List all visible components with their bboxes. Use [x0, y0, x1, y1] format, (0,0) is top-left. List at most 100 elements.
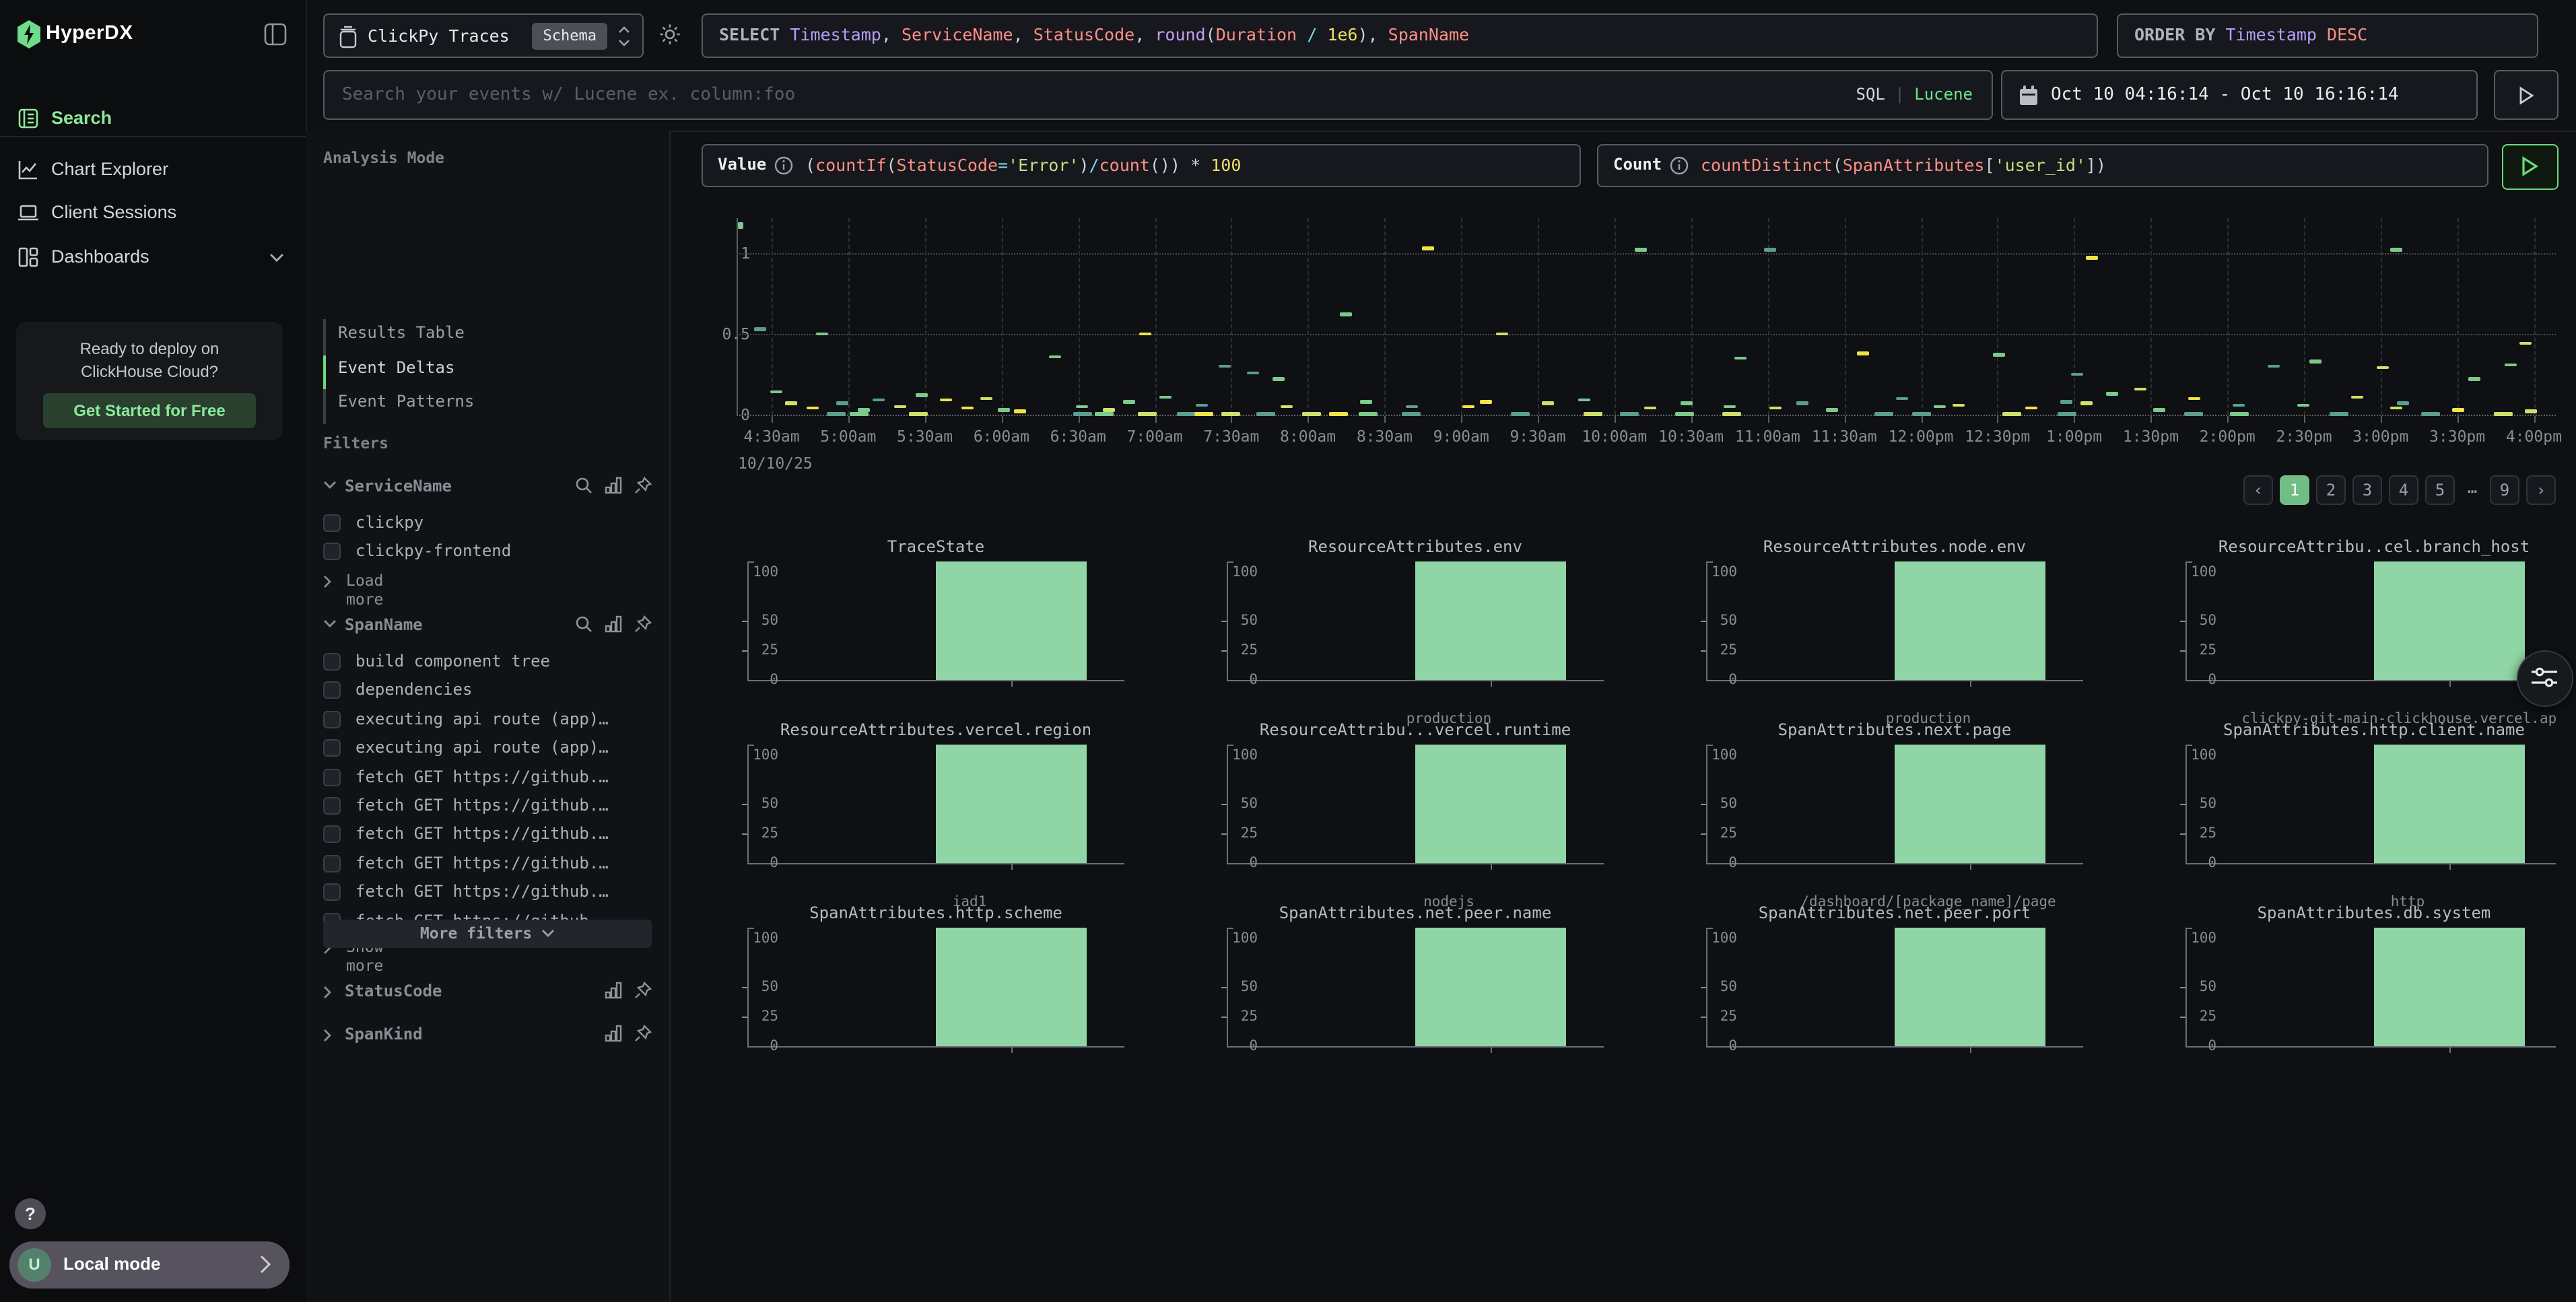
data-point — [916, 394, 928, 397]
schema-badge[interactable]: Schema — [533, 23, 608, 50]
vertical-gridline — [1998, 218, 1999, 415]
order-by-input[interactable]: ORDER BY Timestamp DESC — [2117, 13, 2538, 58]
histogram-icon[interactable] — [605, 615, 622, 633]
checkbox[interactable] — [323, 739, 341, 757]
y-tick-label: 50 — [1703, 613, 1737, 629]
pin-icon[interactable] — [634, 982, 652, 999]
pagination-page-4[interactable]: 4 — [2389, 475, 2418, 505]
attribute-chart[interactable]: ResourceAttributes.env10050250production — [1193, 537, 1637, 712]
attribute-chart[interactable]: TraceState10050250 — [714, 537, 1158, 712]
pagination-page-3[interactable]: 3 — [2352, 475, 2382, 505]
attribute-chart[interactable]: SpanAttributes.db.system10050250clickhou… — [2152, 903, 2556, 1061]
attribute-chart[interactable]: ResourceAttributes.vercel.region10050250… — [714, 720, 1158, 895]
filter-value-row[interactable]: fetch GET https://github.… — [323, 879, 652, 908]
histogram-icon[interactable] — [605, 982, 622, 999]
select-clause-input[interactable]: SELECT Timestamp, ServiceName, StatusCod… — [702, 13, 2098, 58]
checkbox[interactable] — [323, 514, 341, 532]
run-query-button[interactable] — [2502, 144, 2558, 190]
facet-spanname[interactable]: SpanName — [323, 614, 652, 638]
pagination-page-2[interactable]: 2 — [2316, 475, 2346, 505]
attribute-chart[interactable]: SpanAttributes.net.peer.name10050250z5nr… — [1193, 903, 1637, 1061]
sidebar-item-dashboards[interactable]: Dashboards — [0, 238, 306, 276]
attribute-chart[interactable]: SpanAttributes.http.scheme10050250https — [714, 903, 1158, 1061]
filter-value-row[interactable]: fetch GET https://github.… — [323, 850, 652, 879]
histogram-icon[interactable] — [605, 477, 622, 494]
filter-value-row[interactable]: fetch GET https://github.… — [323, 764, 652, 793]
filter-value-row[interactable]: executing api route (app)… — [323, 735, 652, 764]
help-button[interactable]: ? — [15, 1198, 46, 1229]
chart-plot: 10050250iad1 — [747, 745, 1124, 863]
filter-value-row[interactable]: fetch GET https://github.… — [323, 822, 652, 851]
search-icon[interactable] — [575, 477, 592, 494]
bar — [2374, 745, 2525, 863]
checkbox[interactable] — [323, 883, 341, 901]
pagination-next-button[interactable]: › — [2526, 475, 2556, 505]
more-filters-button[interactable]: More filters — [323, 920, 652, 948]
checkbox[interactable] — [323, 797, 341, 815]
filter-value-row[interactable]: dependencies — [323, 678, 652, 707]
pagination-page-9[interactable]: 9 — [2490, 475, 2519, 505]
sql-mode-button[interactable]: SQL — [1856, 85, 1885, 104]
pin-icon[interactable] — [634, 615, 652, 633]
checkbox[interactable] — [323, 768, 341, 786]
y-tick-label: 0 — [1224, 672, 1258, 688]
x-axis-tick — [2074, 416, 2076, 423]
attribute-chart[interactable]: ResourceAttribu..cel.branch_host10050250… — [2152, 537, 2556, 712]
mode-event-patterns[interactable]: Event Patterns — [338, 392, 474, 419]
lucene-mode-button[interactable]: Lucene — [1914, 85, 1973, 104]
facet-statuscode[interactable]: StatusCode — [323, 980, 652, 1004]
sidebar-item-chart-explorer[interactable]: Chart Explorer — [0, 151, 306, 189]
vertical-gridline — [2381, 218, 2382, 415]
x-axis-tick-label: 3:30pm — [2429, 427, 2485, 446]
filter-value-row[interactable]: clickpy — [323, 510, 652, 539]
sidebar-item-search[interactable]: Search — [0, 100, 306, 137]
bar — [2374, 928, 2525, 1046]
search-input[interactable]: Search your events w/ Lucene ex. column:… — [323, 70, 1993, 120]
attribute-chart[interactable]: ResourceAttributes.node.env10050250produ… — [1672, 537, 2117, 712]
filter-value-row[interactable]: clickpy-frontend — [323, 539, 652, 568]
y-tick-label: 0 — [2183, 672, 2216, 688]
facet-servicename[interactable]: ServiceName — [323, 475, 652, 500]
checkbox[interactable] — [323, 826, 341, 844]
filter-value-row[interactable]: executing api route (app)… — [323, 707, 652, 736]
pin-icon[interactable] — [634, 1025, 652, 1042]
data-point — [1095, 412, 1114, 415]
checkbox[interactable] — [323, 543, 341, 561]
chart-plot: 10050250z5nrz9qgc4.us-central1.gcp.click… — [1227, 928, 1604, 1046]
mode-results-table[interactable]: Results Table — [338, 323, 465, 350]
pagination-page-5[interactable]: 5 — [2425, 475, 2455, 505]
checkbox[interactable] — [323, 711, 341, 728]
pagination-page-1[interactable]: 1 — [2280, 475, 2309, 505]
pin-icon[interactable] — [634, 477, 652, 494]
get-started-button[interactable]: Get Started for Free — [43, 393, 256, 428]
sidebar-item-client-sessions[interactable]: Client Sessions — [0, 194, 306, 232]
mode-event-deltas[interactable]: Event Deltas — [338, 358, 454, 385]
search-nav-icon — [18, 108, 39, 129]
filter-value-row[interactable]: fetch GET https://github.… — [323, 793, 652, 822]
live-tail-button[interactable] — [2494, 70, 2558, 120]
attribute-chart[interactable]: ResourceAttribu...vercel.runtime10050250… — [1193, 720, 1637, 895]
data-point — [1584, 412, 1603, 415]
count-expression-input[interactable]: Count countDistinct(SpanAttributes['user… — [1597, 144, 2488, 187]
checkbox[interactable] — [323, 854, 341, 872]
attribute-chart[interactable]: SpanAttributes.net.peer.port100502508443 — [1672, 903, 2117, 1061]
filter-value-row[interactable]: build component tree — [323, 649, 652, 678]
attribute-chart[interactable]: SpanAttributes.http.client.name10050250h… — [2152, 720, 2556, 895]
bar — [936, 561, 1087, 680]
pagination-prev-button[interactable]: ‹ — [2243, 475, 2273, 505]
histogram-icon[interactable] — [605, 1025, 622, 1042]
data-source-select[interactable]: ClickPy Traces Schema — [323, 13, 644, 58]
floating-settings-button[interactable] — [2517, 650, 2573, 707]
time-range-picker[interactable]: Oct 10 04:16:14 - Oct 10 16:16:14 — [2001, 70, 2478, 120]
local-mode-button[interactable]: U Local mode — [9, 1241, 290, 1289]
x-axis-tick-label: 5:30am — [897, 427, 953, 446]
event-deltas-chart[interactable] — [737, 218, 2556, 415]
attribute-chart[interactable]: SpanAttributes.next.page10050250/dashboa… — [1672, 720, 2117, 895]
value-expression-input[interactable]: Value (countIf(StatusCode='Error')/count… — [702, 144, 1581, 187]
gear-icon[interactable] — [658, 23, 681, 46]
sidebar-collapse-icon[interactable] — [264, 23, 287, 46]
checkbox[interactable] — [323, 682, 341, 699]
facet-spankind[interactable]: SpanKind — [323, 1023, 652, 1048]
checkbox[interactable] — [323, 653, 341, 671]
search-icon[interactable] — [575, 615, 592, 633]
